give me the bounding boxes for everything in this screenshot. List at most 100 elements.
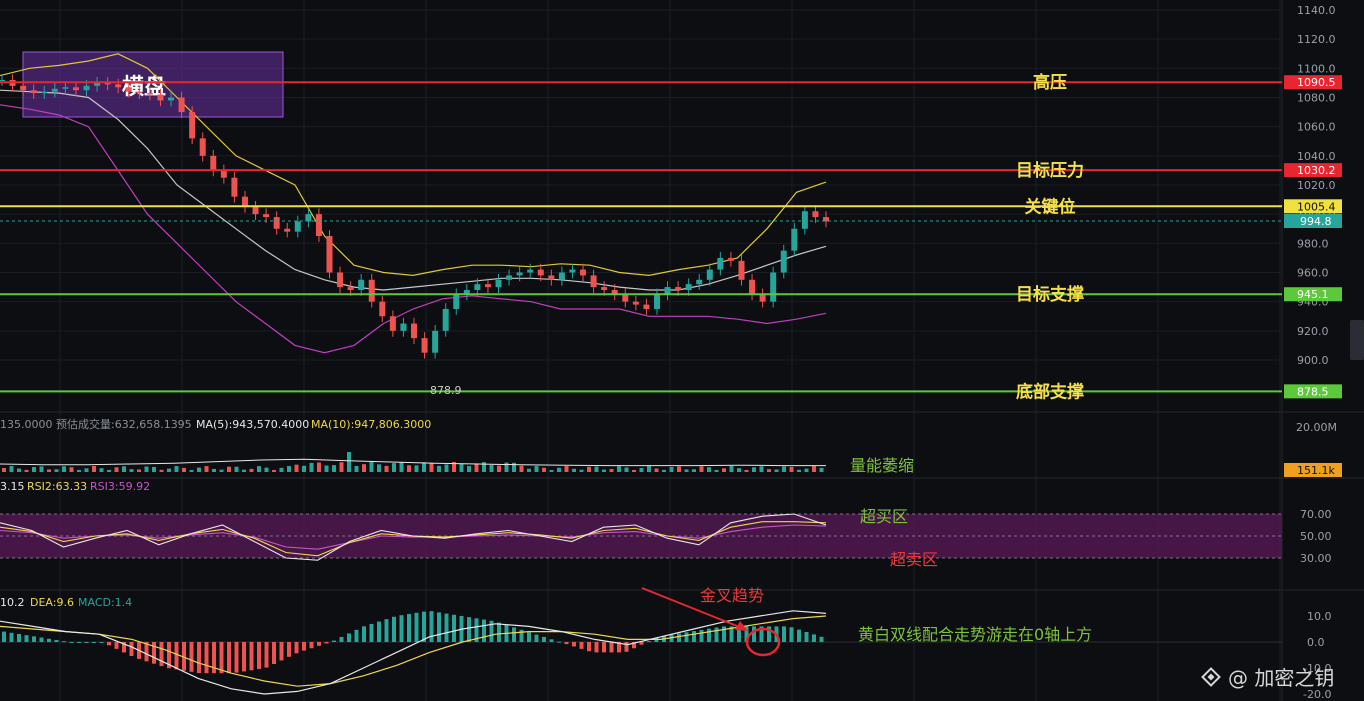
diamond-logo-icon xyxy=(1201,666,1221,687)
candle-body xyxy=(284,228,291,232)
candle-body xyxy=(474,284,481,290)
oversold-label: 超卖区 xyxy=(890,550,938,569)
macd-histogram-bar xyxy=(692,631,696,642)
volume-bar xyxy=(159,469,164,472)
volume-bar xyxy=(729,466,734,472)
candle-body xyxy=(72,87,79,91)
candle-body xyxy=(791,228,798,251)
candle-body xyxy=(537,269,544,276)
candle-body xyxy=(83,85,90,91)
macd-histogram-bar xyxy=(257,642,261,670)
volume-bar xyxy=(647,466,651,472)
macd-histogram-bar xyxy=(384,619,389,642)
macd-tick: 0.0 xyxy=(1307,636,1325,649)
volume-bar xyxy=(654,468,659,472)
macd-tick: 10.0 xyxy=(1307,610,1332,623)
macd-histogram-bar xyxy=(242,642,246,672)
macd-histogram-bar xyxy=(32,636,36,642)
volume-bar xyxy=(137,469,141,472)
volume-bar xyxy=(519,465,524,472)
macd-histogram-bar xyxy=(452,614,456,642)
price-tick: 1060.0 xyxy=(1297,121,1336,134)
price-tick: 920.0 xyxy=(1297,325,1329,338)
macd-stats: 10.2 DEA:9.6 MACD:1.4 xyxy=(0,596,132,609)
volume-bar xyxy=(467,465,471,472)
volume-bar xyxy=(219,469,224,472)
volume-bar xyxy=(144,466,149,472)
candle-body xyxy=(696,279,703,285)
volume-bar xyxy=(17,468,21,472)
candle-body xyxy=(358,279,365,290)
volume-bar xyxy=(692,469,696,472)
volume-bar xyxy=(602,469,606,472)
candle-body xyxy=(294,221,301,232)
candle-body xyxy=(220,170,227,178)
volume-bar xyxy=(114,467,119,472)
volume-bar xyxy=(77,469,81,472)
price-tick: 1120.0 xyxy=(1297,33,1336,46)
macd-histogram-bar xyxy=(407,613,411,642)
volume-ma-line xyxy=(0,458,826,467)
macd-histogram-bar xyxy=(264,642,269,668)
volume-bar xyxy=(69,467,74,472)
candle-body xyxy=(812,211,819,218)
volume-bar xyxy=(459,464,464,472)
candle-body xyxy=(717,257,724,270)
scrollbar-handle[interactable] xyxy=(1350,320,1364,360)
macd-histogram-bar xyxy=(714,627,719,642)
macd-histogram-bar xyxy=(534,634,539,642)
volume-bar xyxy=(699,466,704,472)
macd-histogram-bar xyxy=(399,615,404,642)
volume-bar xyxy=(812,466,816,472)
macd-stat: DEA:9.6 xyxy=(30,596,74,609)
volume-bar xyxy=(62,466,66,472)
candle-body xyxy=(706,269,713,280)
volume-bar xyxy=(804,468,809,472)
macd-histogram-bar xyxy=(197,642,201,674)
volume-bar xyxy=(302,465,306,472)
volume-bar xyxy=(669,467,674,472)
candle-body xyxy=(749,279,756,295)
candle-body xyxy=(168,97,175,101)
macd-histogram-bar xyxy=(804,632,809,642)
volume-bar xyxy=(714,469,719,472)
volume-bar xyxy=(819,467,824,472)
bollinger-lower-line xyxy=(0,104,827,354)
volume-bar xyxy=(737,468,741,472)
rsi-stat: RSI2:63.33 xyxy=(27,480,87,493)
volume-bar xyxy=(594,466,599,472)
candle-body xyxy=(125,87,132,92)
volume-bar xyxy=(782,466,786,472)
candle-body xyxy=(411,323,417,339)
macd-histogram-bar xyxy=(579,642,584,649)
candle-body xyxy=(653,294,660,309)
price-tag-text: 1030.2 xyxy=(1297,164,1336,177)
volume-bar xyxy=(579,469,584,472)
volume-bar xyxy=(99,468,104,472)
candle-body xyxy=(558,272,565,280)
candle-body xyxy=(210,155,217,171)
macd-histogram-bar xyxy=(812,634,816,642)
candle-body xyxy=(453,294,460,309)
volume-bar xyxy=(429,463,434,472)
trading-chart[interactable]: 横盘 高压目标压力关键位目标支撑底部支撑 878.9 1140.01120.01… xyxy=(0,0,1364,701)
macd-histogram-bar xyxy=(204,642,209,674)
candle-body xyxy=(801,211,808,229)
price-tick: 900.0 xyxy=(1297,354,1329,367)
macd-histogram-bar xyxy=(47,638,51,642)
macd-histogram-bar xyxy=(797,629,801,642)
volume-bar xyxy=(264,467,269,472)
candle-body xyxy=(442,308,449,331)
macd-histogram-bar xyxy=(279,642,284,661)
candle-body xyxy=(569,269,576,273)
volume-bar xyxy=(294,464,299,472)
volume-bar xyxy=(377,464,381,472)
macd-histogram-bar xyxy=(227,642,231,674)
macd-histogram-bar xyxy=(92,642,96,643)
volume-bar xyxy=(767,469,771,472)
macd-histogram-bar xyxy=(392,616,396,642)
macd-histogram-bar xyxy=(587,642,591,652)
volume-bar xyxy=(309,462,314,472)
macd-histogram-bar xyxy=(39,637,44,642)
price-level-label: 底部支撑 xyxy=(1016,381,1084,402)
